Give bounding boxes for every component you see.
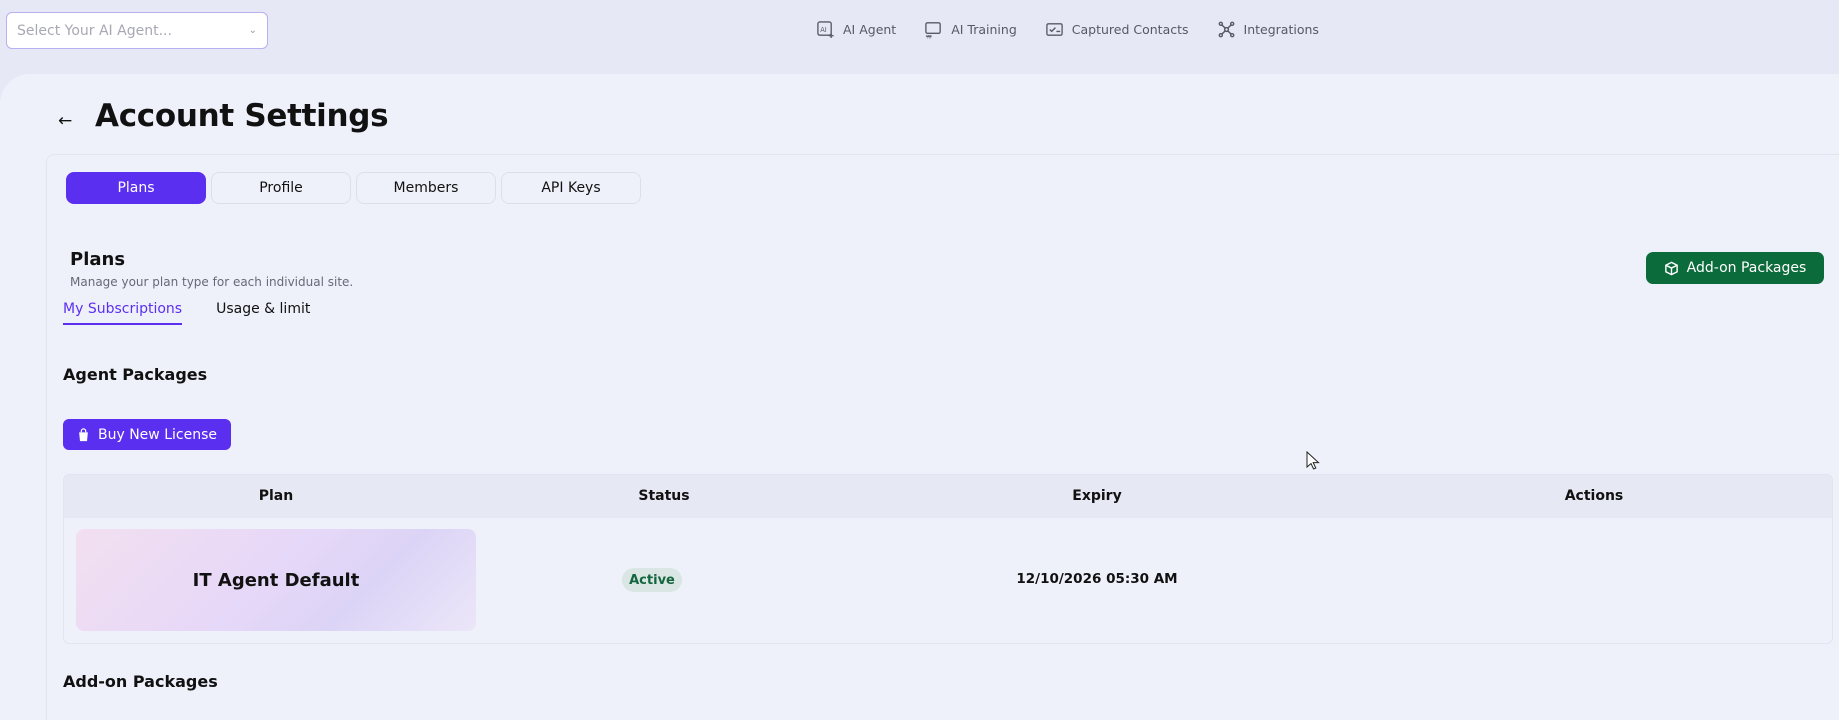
addon-packages-button[interactable]: Add-on Packages — [1646, 252, 1824, 284]
agent-select-placeholder: Select Your AI Agent... — [17, 22, 172, 39]
tab-api-keys[interactable]: API Keys — [501, 172, 641, 204]
nav-integrations[interactable]: Integrations — [1217, 20, 1319, 39]
svg-text:AI: AI — [820, 26, 827, 34]
subscriptions-table: Plan Status Expiry Actions IT Agent Defa… — [63, 474, 1833, 644]
buy-new-license-label: Buy New License — [98, 426, 217, 443]
svg-text:AI: AI — [927, 35, 932, 39]
expiry-date: 12/10/2026 05:30 AM — [1016, 571, 1178, 587]
addon-packages-title: Add-on Packages — [63, 672, 218, 691]
nav-ai-training-label: AI Training — [951, 22, 1017, 37]
header-status: Status — [638, 488, 690, 504]
agent-select[interactable]: Select Your AI Agent... ⌄ — [6, 12, 268, 49]
package-icon — [1664, 261, 1678, 275]
subtab-my-subscriptions[interactable]: My Subscriptions — [63, 301, 183, 325]
plans-subtabs: My Subscriptions Usage & limit — [63, 301, 310, 325]
nav-captured-contacts-label: Captured Contacts — [1071, 22, 1189, 37]
top-nav: AI AI Agent AI AI Training Captured Cont… — [816, 20, 1319, 39]
addon-packages-button-label: Add-on Packages — [1686, 260, 1807, 276]
nav-captured-contacts[interactable]: Captured Contacts — [1045, 20, 1189, 39]
header-plan: Plan — [258, 488, 294, 504]
ai-training-icon: AI — [925, 22, 942, 39]
subtab-usage-limit[interactable]: Usage & limit — [216, 301, 310, 325]
tab-profile[interactable]: Profile — [211, 172, 351, 204]
integrations-icon — [1218, 21, 1234, 38]
plan-card: IT Agent Default — [76, 529, 476, 631]
agent-packages-title: Agent Packages — [63, 365, 208, 384]
plans-title: Plans — [70, 249, 126, 270]
tab-plans[interactable]: Plans — [66, 172, 206, 204]
nav-integrations-label: Integrations — [1243, 22, 1319, 37]
settings-card: Plans Profile Members API Keys Plans Man… — [46, 154, 1839, 720]
settings-tabs: Plans Profile Members API Keys — [66, 172, 641, 204]
plans-description: Manage your plan type for each individua… — [70, 275, 354, 289]
status-badge: Active — [622, 568, 682, 592]
nav-ai-agent-label: AI Agent — [843, 22, 897, 37]
nav-ai-training[interactable]: AI AI Training — [924, 20, 1017, 39]
header-actions: Actions — [1564, 488, 1624, 504]
top-bar: Select Your AI Agent... ⌄ AI AI Agent AI… — [0, 0, 1839, 74]
shopping-bag-icon — [79, 427, 88, 441]
tab-members[interactable]: Members — [356, 172, 496, 204]
ai-agent-icon: AI — [817, 21, 834, 39]
mouse-cursor-icon — [1306, 451, 1320, 470]
back-arrow-icon[interactable]: ← — [58, 111, 72, 131]
nav-ai-agent[interactable]: AI AI Agent — [816, 20, 896, 39]
main-panel: ← Account Settings Plans Profile Members… — [0, 74, 1839, 720]
buy-new-license-button[interactable]: Buy New License — [63, 419, 231, 450]
table-header: Plan Status Expiry Actions — [64, 475, 1832, 518]
page-title: Account Settings — [95, 98, 389, 134]
chevron-down-icon: ⌄ — [248, 25, 257, 36]
contacts-icon — [1046, 23, 1063, 36]
header-expiry: Expiry — [1072, 488, 1122, 504]
